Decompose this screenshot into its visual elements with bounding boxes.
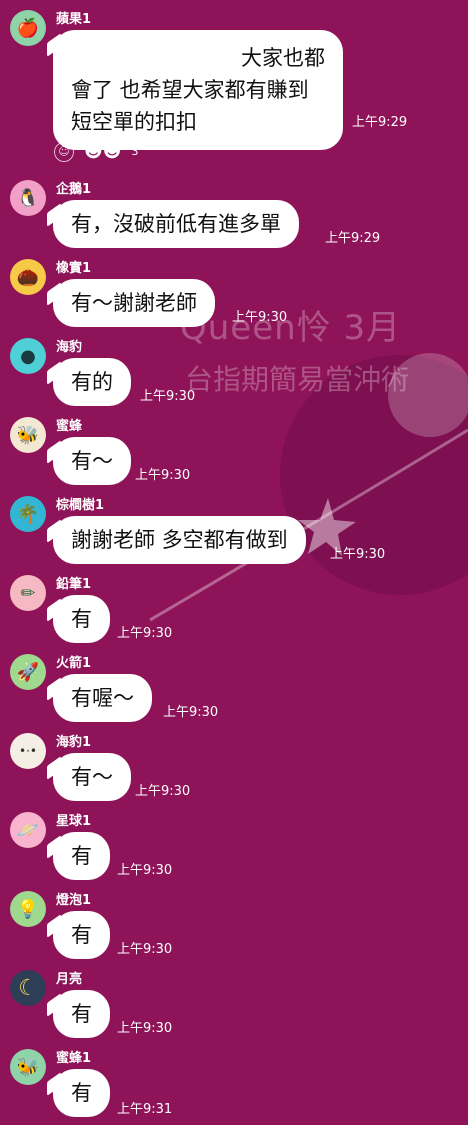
pencil-icon[interactable]: ✏: [10, 575, 46, 611]
reaction-faces-icon[interactable]: ☻☻: [84, 141, 122, 162]
message-time: 上午9:30: [163, 705, 219, 720]
sender-name: 橡實1: [56, 261, 92, 276]
message-bubble[interactable]: 有: [53, 832, 110, 880]
moon-icon[interactable]: ☾: [10, 970, 46, 1006]
message-bubble[interactable]: 有～謝謝老師: [53, 279, 215, 327]
rocket-icon[interactable]: 🚀: [10, 654, 46, 690]
message-time: 上午9:31: [117, 1102, 173, 1117]
message-time: 上午9:30: [117, 942, 173, 957]
sender-name: 棕櫚樹1: [56, 498, 105, 513]
sender-name: 燈泡1: [56, 893, 92, 908]
message-line: 會了 也希望大家都有賺到: [71, 78, 309, 102]
palm-tree-icon[interactable]: 🌴: [10, 496, 46, 532]
sender-name: 海豹: [56, 340, 83, 355]
message-time: 上午9:30: [232, 310, 288, 325]
acorn-icon[interactable]: 🌰: [10, 259, 46, 295]
message-bubble[interactable]: 大家也都 會了 也希望大家都有賺到 短空單的扣扣: [53, 30, 343, 150]
message-time: 上午9:30: [117, 626, 173, 641]
planet-icon[interactable]: 🪐: [10, 812, 46, 848]
reaction-bar: ☺ ☻☻ 3: [54, 141, 139, 162]
sender-name: 企鵝1: [56, 182, 92, 197]
sender-name: 海豹1: [56, 735, 92, 750]
lightbulb-icon[interactable]: 💡: [10, 891, 46, 927]
message-time: 上午9:29: [352, 115, 408, 130]
sender-name: 蘋果1: [56, 12, 92, 27]
message-bubble[interactable]: 有～: [53, 753, 131, 801]
message-time: 上午9:30: [117, 1021, 173, 1036]
message-time: 上午9:30: [135, 784, 191, 799]
message-bubble[interactable]: 有，沒破前低有進多單: [53, 200, 299, 248]
message-bubble[interactable]: 謝謝老師 多空都有做到: [53, 516, 306, 564]
watermark-title: Queen怜 3月: [180, 308, 402, 348]
message-bubble[interactable]: 有的: [53, 358, 131, 406]
message-bubble[interactable]: 有: [53, 911, 110, 959]
sender-name: 星球1: [56, 814, 92, 829]
message-bubble[interactable]: 有～: [53, 437, 131, 485]
message-bubble[interactable]: 有: [53, 1069, 110, 1117]
seal-icon[interactable]: •·•: [10, 733, 46, 769]
message-time: 上午9:30: [330, 547, 386, 562]
message-time: 上午9:29: [325, 231, 381, 246]
message-bubble[interactable]: 有: [53, 990, 110, 1038]
sender-name: 蜜蜂: [56, 419, 83, 434]
add-reaction-icon[interactable]: ☺: [54, 141, 74, 162]
reaction-count: 3: [131, 145, 139, 158]
sender-name: 火箭1: [56, 656, 92, 671]
message-time: 上午9:30: [117, 863, 173, 878]
message-time: 上午9:30: [135, 468, 191, 483]
watermark-subtitle: 台指期簡易當沖術: [185, 363, 410, 396]
sender-name: 月亮: [56, 972, 83, 987]
message-bubble[interactable]: 有喔～: [53, 674, 152, 722]
apple-icon[interactable]: 🍎: [10, 10, 46, 46]
message-bubble[interactable]: 有: [53, 595, 110, 643]
message-time: 上午9:30: [140, 389, 196, 404]
message-line: 短空單的扣扣: [71, 110, 197, 134]
message-line: 大家也都: [241, 46, 325, 70]
seal-icon[interactable]: ●: [10, 338, 46, 374]
bee-icon[interactable]: 🐝: [10, 417, 46, 453]
penguin-icon[interactable]: 🐧: [10, 180, 46, 216]
bee-icon[interactable]: 🐝: [10, 1049, 46, 1085]
sender-name: 鉛筆1: [56, 577, 92, 592]
sender-name: 蜜蜂1: [56, 1051, 92, 1066]
